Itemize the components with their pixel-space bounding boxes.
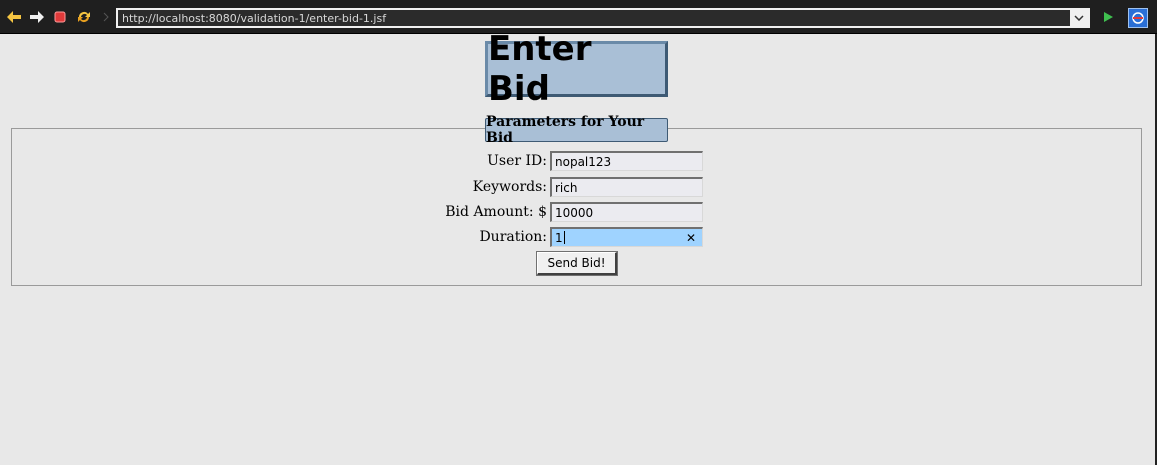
duration-label: Duration:: [479, 229, 547, 245]
user-id-label: User ID:: [487, 153, 547, 169]
keywords-label: Keywords:: [472, 179, 547, 195]
text-caret: [563, 231, 565, 244]
forward-arrow-icon[interactable]: [29, 9, 45, 25]
bid-amount-label: Bid Amount: $: [445, 204, 547, 220]
keywords-row: Keywords: rich: [0, 177, 1157, 197]
go-icon[interactable]: [1100, 9, 1116, 25]
close-icon[interactable]: ✕: [686, 231, 696, 245]
chevron-down-icon[interactable]: [1070, 10, 1088, 26]
duration-value: 1: [555, 230, 563, 245]
keywords-input[interactable]: rich: [550, 177, 703, 197]
duration-input[interactable]: 1 ✕: [550, 227, 703, 247]
back-arrow-icon[interactable]: [6, 9, 22, 25]
address-bar[interactable]: http://localhost:8080/validation-1/enter…: [116, 8, 1090, 28]
user-id-row: User ID: nopal123: [0, 151, 1157, 171]
browser-logo-icon[interactable]: [1128, 8, 1148, 28]
user-id-input[interactable]: nopal123: [550, 151, 703, 171]
address-url[interactable]: http://localhost:8080/validation-1/enter…: [118, 12, 1070, 25]
page-title: Enter Bid: [485, 29, 668, 109]
bid-amount-value: 10000: [555, 205, 594, 220]
keywords-value: rich: [555, 180, 578, 195]
reload-icon[interactable]: [76, 9, 92, 25]
duration-row: Duration: 1 ✕: [0, 227, 1157, 247]
stop-icon[interactable]: [52, 9, 68, 25]
bid-amount-row: Bid Amount: $ 10000: [0, 202, 1157, 222]
bid-amount-input[interactable]: 10000: [550, 202, 703, 222]
separator-icon: [98, 9, 114, 25]
send-bid-button[interactable]: Send Bid!: [536, 251, 618, 276]
fieldset-legend: Parameters for Your Bid: [485, 114, 668, 146]
user-id-value: nopal123: [555, 154, 612, 169]
